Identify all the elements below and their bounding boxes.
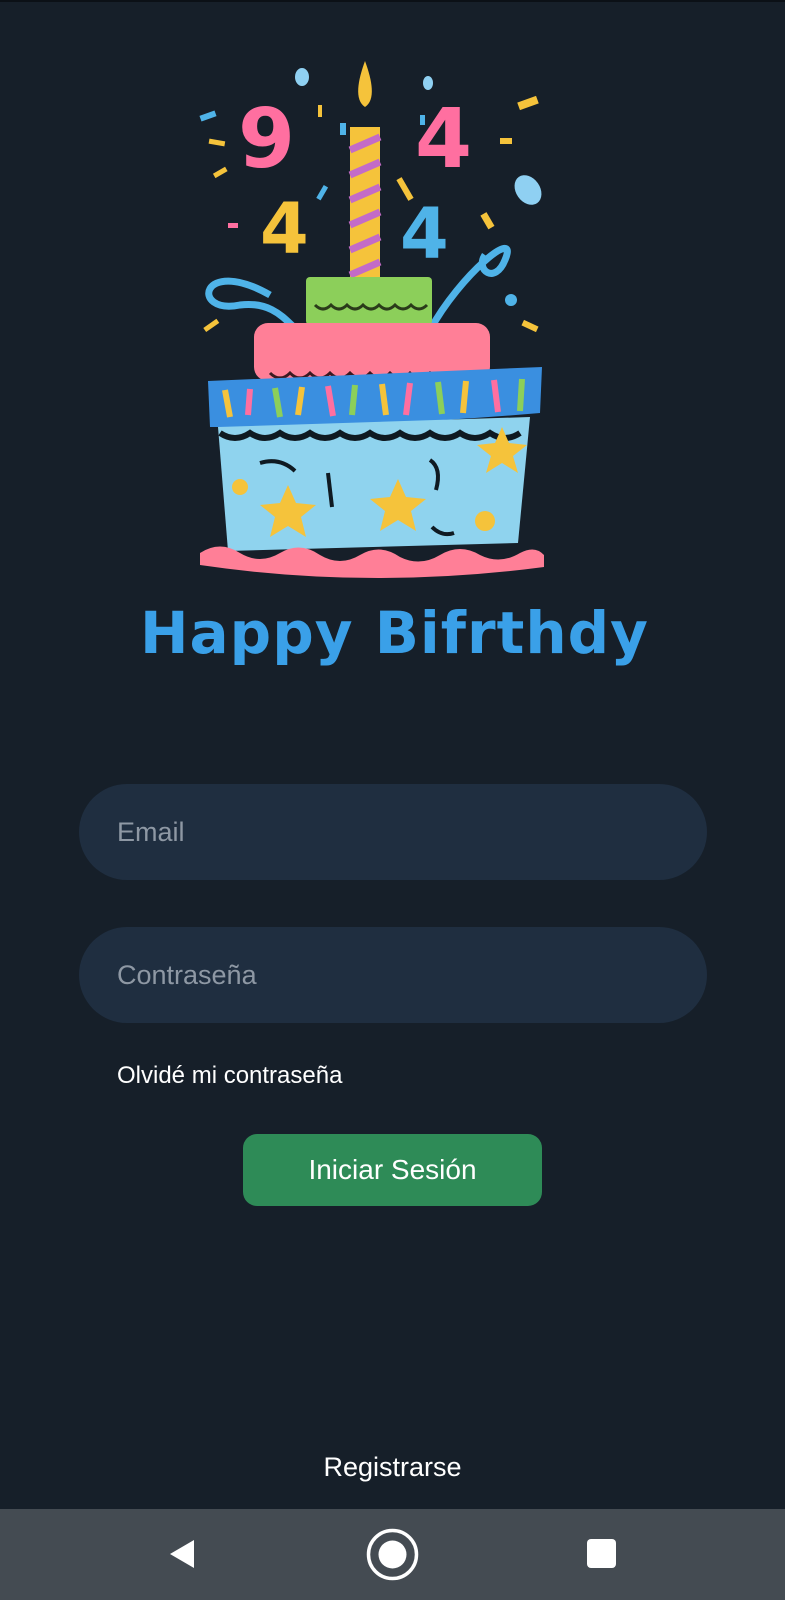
- email-field[interactable]: [79, 784, 707, 880]
- svg-text:9: 9: [238, 92, 295, 187]
- candle: [348, 61, 382, 285]
- back-icon[interactable]: [166, 1538, 198, 1570]
- password-field[interactable]: [79, 927, 707, 1023]
- svg-text:4: 4: [260, 188, 309, 270]
- login-screen: 9 4 4 4 Happy Bifrthdy Email Olvidé mi c…: [0, 0, 785, 1600]
- register-link[interactable]: Registrarse: [0, 1452, 785, 1483]
- password-input[interactable]: [117, 927, 707, 1023]
- login-button[interactable]: Iniciar Sesión: [243, 1134, 542, 1206]
- svg-text:4: 4: [415, 92, 472, 187]
- email-input[interactable]: [117, 784, 707, 880]
- recents-icon[interactable]: [586, 1538, 617, 1569]
- home-icon[interactable]: [365, 1527, 420, 1582]
- illustration-caption: Happy Bifrthdy: [140, 599, 649, 667]
- status-bar-edge: [0, 0, 785, 2]
- birthday-cake-illustration: 9 4 4 4 Happy Bifrthdy: [130, 55, 660, 700]
- svg-text:4: 4: [400, 193, 449, 275]
- forgot-password-link[interactable]: Olvidé mi contraseña: [117, 1062, 342, 1090]
